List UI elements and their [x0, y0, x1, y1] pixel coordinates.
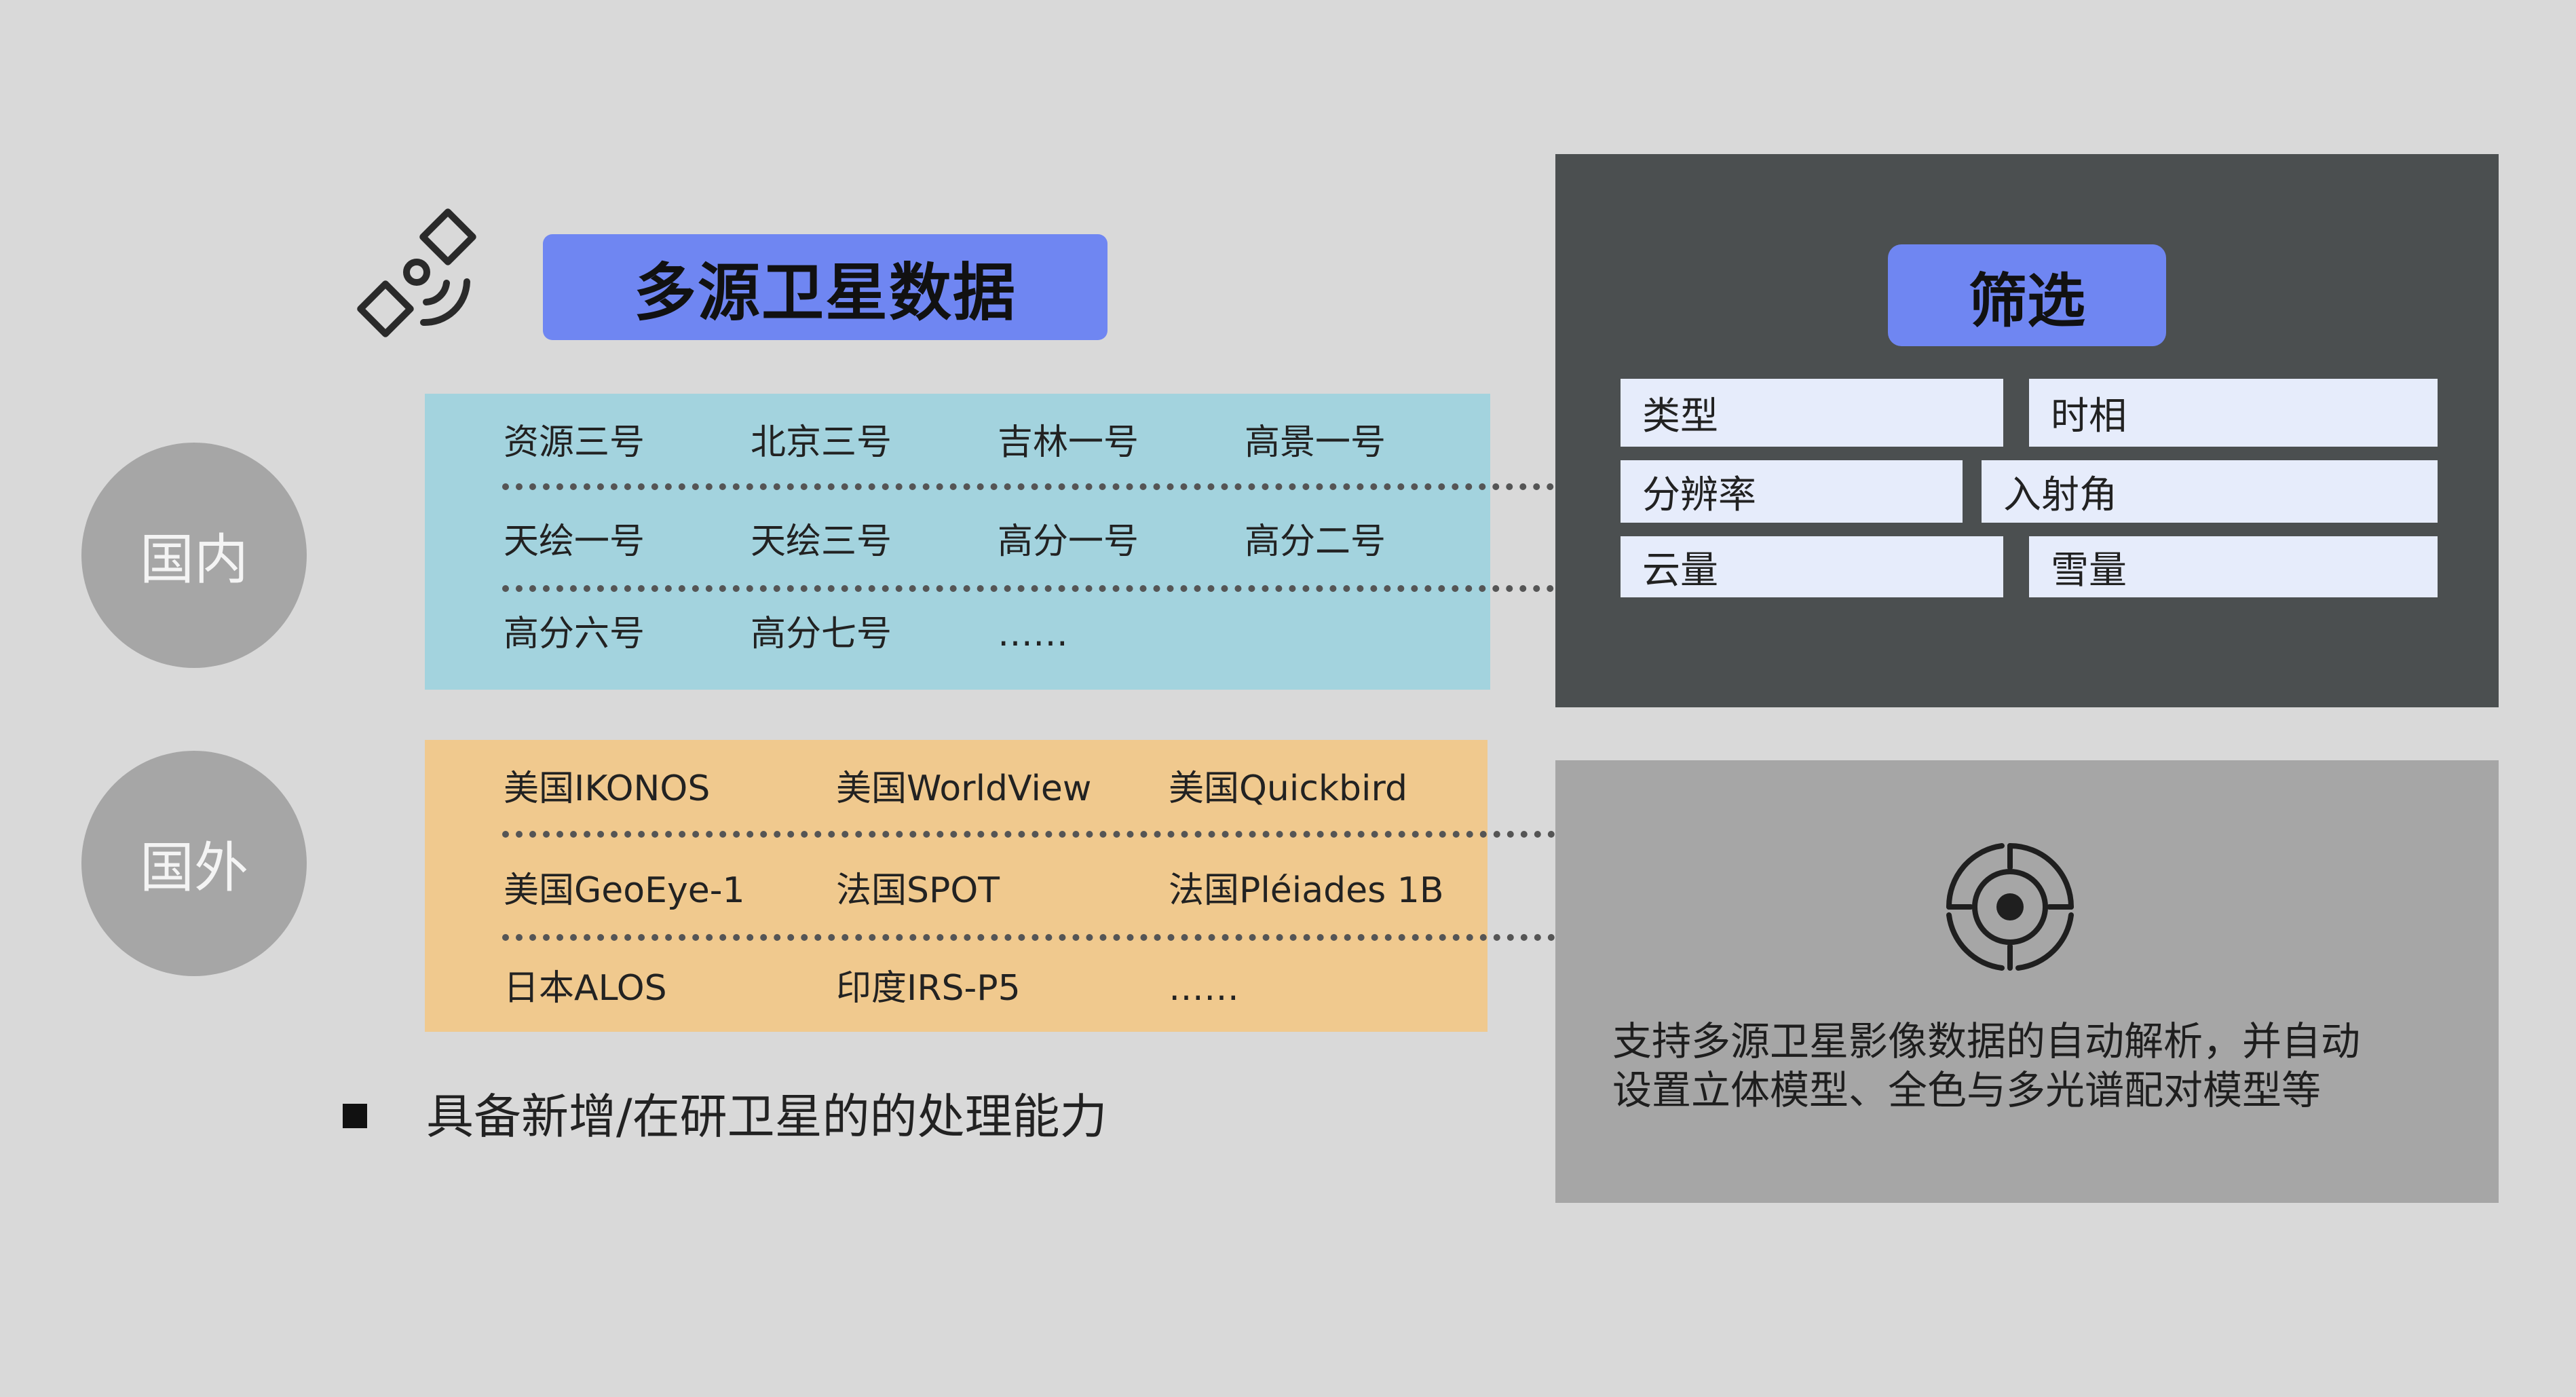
satellite-item: 天绘三号	[751, 521, 892, 562]
satellite-item: 资源三号	[504, 422, 645, 463]
category-foreign-badge: 国外	[81, 751, 307, 976]
satellite-item: 高分七号	[751, 614, 892, 654]
satellite-item: 美国GeoEye-1	[504, 870, 745, 911]
satellite-row: 资源三号 北京三号 吉林一号 高景一号	[425, 409, 1490, 477]
satellite-item: 美国Quickbird	[1169, 768, 1407, 809]
satellite-item: 美国IKONOS	[504, 768, 711, 809]
filter-option-incidence-angle[interactable]: 入射角	[1982, 460, 2438, 523]
bullet-square-icon	[343, 1104, 367, 1128]
capability-note: 具备新增/在研卫星的的处理能力	[426, 1089, 1107, 1144]
satellite-row: 天绘一号 天绘三号 高分一号 高分二号	[425, 508, 1490, 576]
satellite-item: 印度IRS-P5	[836, 968, 1021, 1009]
filter-option-resolution[interactable]: 分辨率	[1621, 460, 1963, 523]
satellite-item: 高景一号	[1245, 422, 1386, 463]
satellite-item: 天绘一号	[504, 521, 645, 562]
satellite-item: 高分二号	[1245, 521, 1386, 562]
satellite-item: 北京三号	[751, 422, 892, 463]
satellite-row: 高分六号 高分七号 ……	[425, 600, 1490, 668]
satellite-row: 美国IKONOS 美国WorldView 美国Quickbird	[425, 755, 1488, 823]
category-domestic-badge: 国内	[81, 443, 307, 668]
foreign-satellite-panel: 美国IKONOS 美国WorldView 美国Quickbird 美国GeoEy…	[425, 740, 1827, 1032]
satellite-item: ……	[1169, 968, 1239, 1009]
satellite-row: 美国GeoEye-1 法国SPOT 法国Pléiades 1B	[425, 857, 1488, 925]
filter-option-phase[interactable]: 时相	[2029, 379, 2438, 447]
target-icon	[1942, 839, 2078, 975]
page-title: 多源卫星数据	[543, 234, 1107, 340]
satellite-item: 法国Pléiades 1B	[1169, 870, 1444, 911]
satellite-item: 日本ALOS	[504, 968, 667, 1009]
description-panel	[1555, 760, 2499, 1203]
satellite-item: 法国SPOT	[836, 870, 1000, 911]
satellite-item: 高分一号	[998, 521, 1139, 562]
filter-option-cloud[interactable]: 云量	[1621, 536, 2003, 597]
satellite-item: 吉林一号	[998, 422, 1139, 463]
satellite-item: 美国WorldView	[836, 768, 1092, 809]
filter-option-type[interactable]: 类型	[1621, 379, 2003, 447]
satellite-item: 高分六号	[504, 614, 645, 654]
satellite-item: ……	[998, 614, 1068, 654]
description-line: 设置立体模型、全色与多光谱配对模型等	[1612, 1067, 2322, 1113]
domestic-satellite-panel: 资源三号 北京三号 吉林一号 高景一号 天绘一号 天绘三号 高分一号 高分二号 …	[425, 394, 1825, 690]
filter-title: 筛选	[1888, 244, 2166, 346]
description-line: 支持多源卫星影像数据的自动解析，并自动	[1612, 1018, 2361, 1064]
satellite-icon	[353, 207, 489, 343]
filter-option-snow[interactable]: 雪量	[2029, 536, 2438, 597]
satellite-row: 日本ALOS 印度IRS-P5 ……	[425, 954, 1488, 1022]
